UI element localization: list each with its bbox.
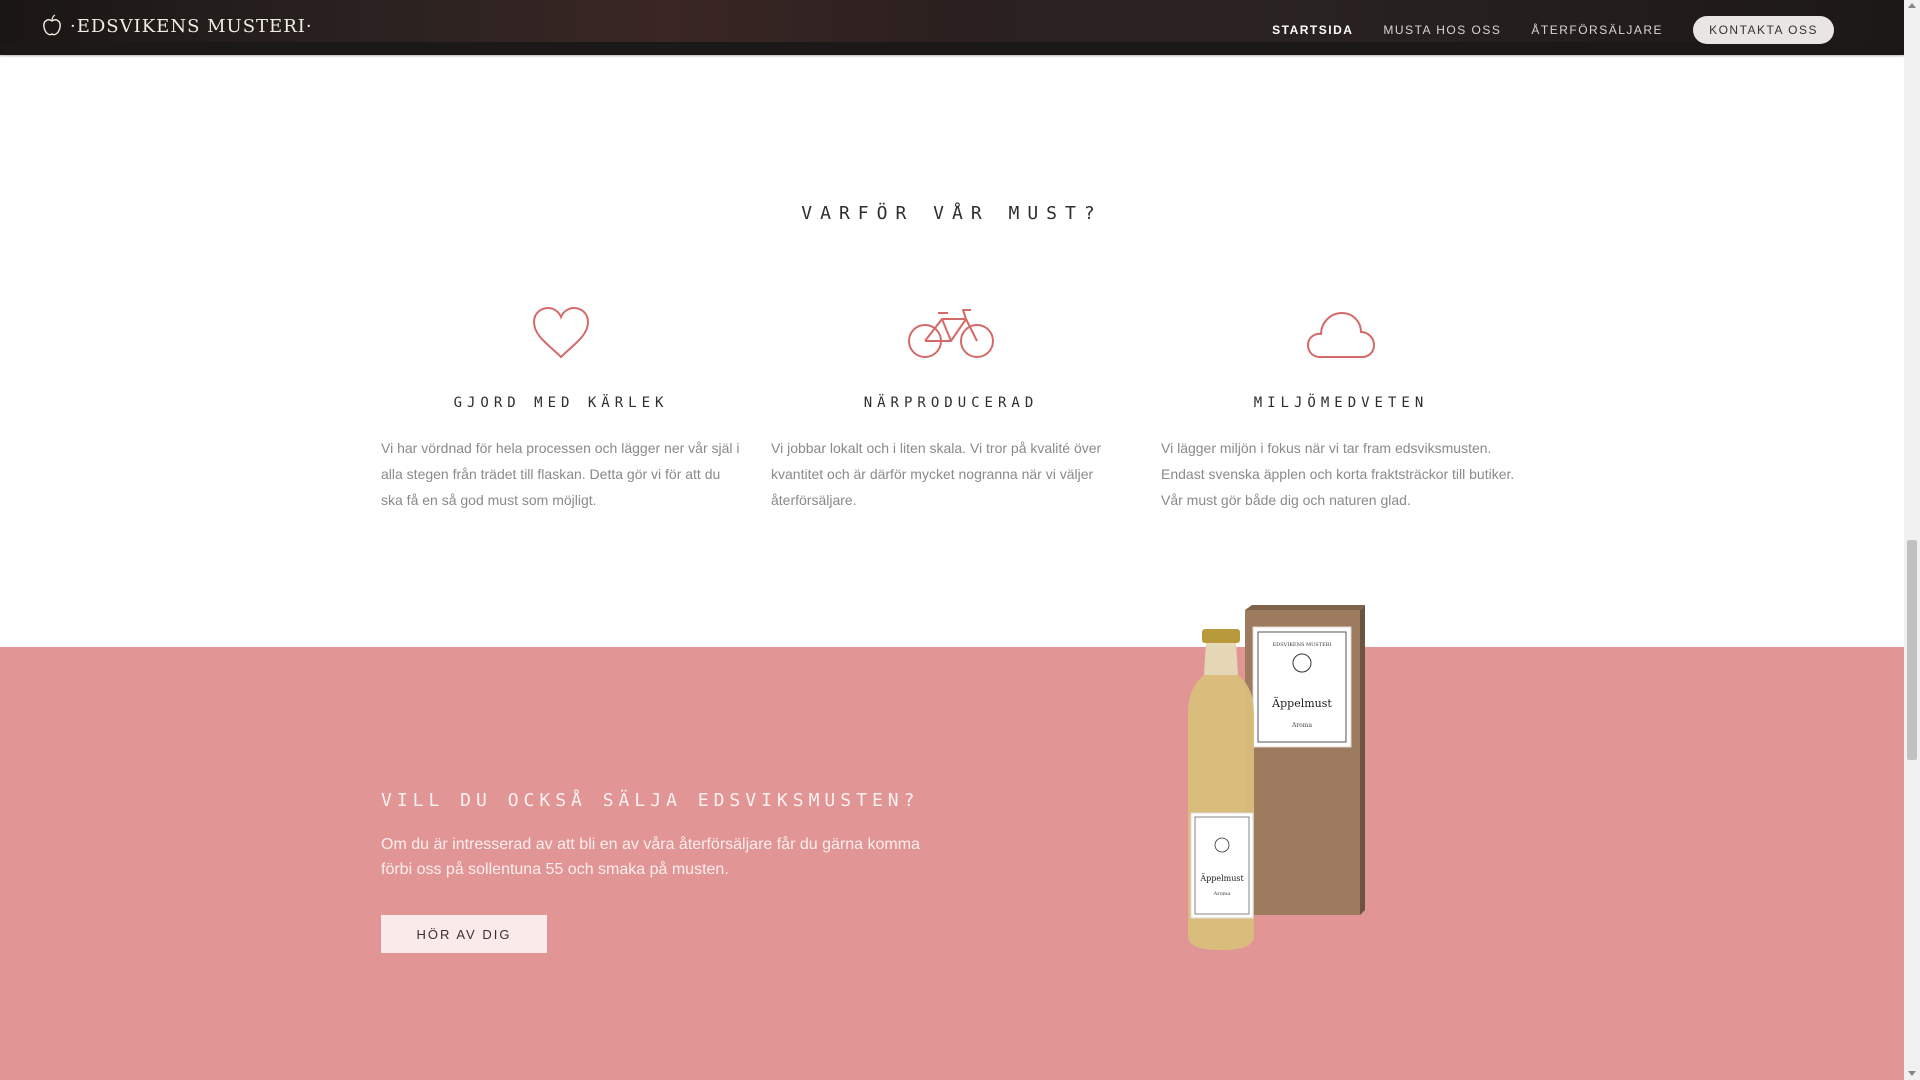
cta-text: Om du är intresserad av att bli en av vå… bbox=[381, 836, 920, 878]
box-label: Äppelmust bbox=[1271, 696, 1332, 710]
feature-text: Vi har vördnad för hela processen och lä… bbox=[381, 440, 740, 508]
nav-link-musta-hos-oss[interactable]: MUSTA HOS OSS bbox=[1383, 23, 1501, 37]
bottle-label: Äppelmust bbox=[1199, 874, 1244, 883]
cta-title: VILL DU OCKSÅ SÄLJA EDSVIKSMUSTEN? bbox=[381, 790, 920, 811]
feature-eco: MILJÖMEDVETEN Vi lägger miljön i fokus n… bbox=[1161, 305, 1521, 513]
cloud-icon bbox=[1161, 305, 1521, 365]
feature-title: GJORD MED KÄRLEK bbox=[453, 395, 669, 411]
section-title: VARFÖR VÅR MUST? bbox=[801, 203, 1103, 224]
heart-icon bbox=[381, 305, 741, 365]
feature-text: Vi lägger miljön i fokus när vi tar fram… bbox=[1161, 440, 1515, 508]
apple-logo-icon bbox=[43, 14, 61, 36]
top-navbar: ·EDSVIKENS MUSTERI· STARTSIDA MUSTA HOS … bbox=[0, 0, 1904, 55]
site-logo[interactable]: ·EDSVIKENS MUSTERI· bbox=[40, 14, 313, 38]
feature-love: GJORD MED KÄRLEK Vi har vördnad för hela… bbox=[381, 305, 741, 513]
box-sub: Aroma bbox=[1291, 722, 1313, 729]
bottle-sub: Aroma bbox=[1213, 891, 1231, 897]
nav-link-startsida[interactable]: STARTSIDA bbox=[1272, 23, 1353, 37]
feature-local: NÄRPRODUCERAD Vi jobbar lokalt och i lit… bbox=[771, 305, 1131, 513]
nav-link-aterforsaljare[interactable]: ÅTERFÖRSÄLJARE bbox=[1531, 23, 1663, 37]
bicycle-icon bbox=[771, 305, 1131, 365]
logo-text: ·EDSVIKENS MUSTERI· bbox=[70, 15, 313, 37]
product-image: EDSVIKENS MUSTERI Äppelmust Aroma Äppelm… bbox=[1170, 605, 1370, 950]
reseller-section bbox=[0, 647, 1904, 1080]
scroll-up-icon[interactable] bbox=[1908, 3, 1916, 8]
scroll-thumb[interactable] bbox=[1907, 540, 1917, 760]
feature-title: MILJÖMEDVETEN bbox=[1253, 395, 1429, 411]
box-brand: EDSVIKENS MUSTERI bbox=[1273, 642, 1332, 648]
nav-links: STARTSIDA MUSTA HOS OSS ÅTERFÖRSÄLJARE K… bbox=[1242, 16, 1834, 44]
feature-text: Vi jobbar lokalt och i liten skala. Vi t… bbox=[771, 440, 1102, 508]
contact-cta-button[interactable]: HÖR AV DIG bbox=[381, 915, 547, 953]
contact-button[interactable]: KONTAKTA OSS bbox=[1693, 16, 1834, 44]
feature-title: NÄRPRODUCERAD bbox=[863, 395, 1039, 411]
scroll-down-icon[interactable] bbox=[1908, 1071, 1916, 1076]
page-scrollbar[interactable] bbox=[1904, 0, 1920, 1080]
